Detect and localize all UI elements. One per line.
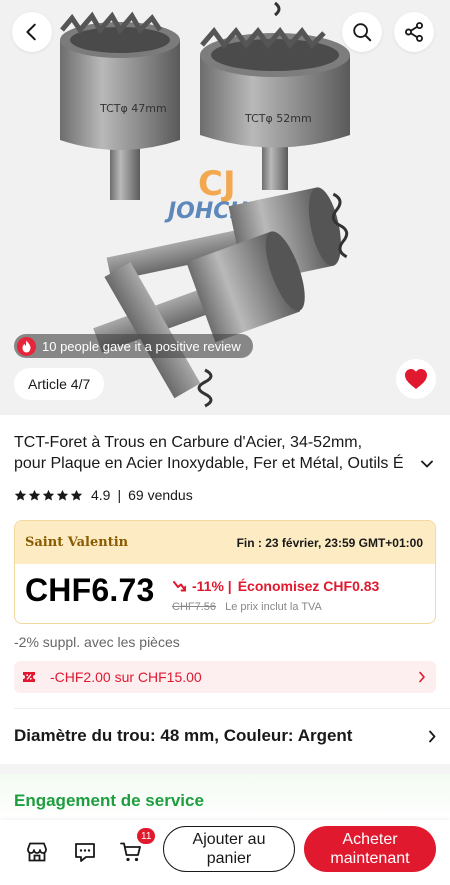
cart-count-badge: 11 [137, 828, 156, 844]
promo-header: Saint Valentin Fin : 23 février, 23:59 G… [15, 521, 435, 564]
expand-title-button[interactable] [418, 455, 436, 473]
sold-count: 69 vendus [128, 487, 193, 503]
chevron-down-icon [421, 460, 433, 468]
search-icon [353, 23, 372, 42]
savings-amount: Économisez CHF0.83 [237, 578, 380, 594]
chevron-right-icon [419, 671, 425, 683]
product-title: TCT-Foret à Trous en Carbure d'Acier, 34… [14, 432, 436, 474]
store-button[interactable] [24, 839, 50, 865]
rating-row[interactable]: 4.9 | 69 vendus [14, 486, 193, 504]
trend-down-icon [173, 580, 186, 591]
share-button[interactable] [394, 12, 434, 52]
review-badge-text: 10 people gave it a positive review [42, 338, 241, 354]
heart-icon [405, 369, 427, 389]
message-button[interactable] [72, 839, 98, 865]
engraving-left: TCTφ 47mm [99, 102, 167, 115]
selected-variant: Diamètre du trou: 48 mm, Couleur: Argent [14, 726, 353, 745]
chat-icon [75, 843, 95, 862]
cart-icon [120, 842, 141, 862]
vat-note: Le prix inclut la TVA [225, 601, 322, 613]
positive-review-badge: 10 people gave it a positive review [14, 334, 253, 358]
search-button[interactable] [342, 12, 382, 52]
star-icon [42, 489, 55, 501]
add-to-cart-button[interactable]: Ajouter au panier [163, 826, 295, 872]
buy-now-label: Acheter maintenant [330, 831, 410, 867]
product-title-line2: pour Plaque en Acier Inoxydable, Fer et … [14, 455, 404, 472]
star-icon [56, 489, 69, 501]
engraving-right: TCTφ 52mm [244, 112, 312, 125]
add-to-cart-label: Ajouter au panier [192, 831, 266, 867]
rating-stars [14, 489, 83, 502]
old-price: CHF7.56 [172, 601, 217, 613]
old-price-line: CHF7.56 Le prix inclut la TVA [172, 601, 322, 613]
service-commitment-title: Engagement de service [14, 791, 204, 810]
rating-separator: | [117, 487, 122, 503]
promo-name: Saint Valentin [25, 535, 129, 550]
service-commitment-section[interactable]: Engagement de service [0, 774, 450, 820]
star-icon [28, 489, 41, 501]
coupon-icon [23, 672, 35, 682]
promo-card: Saint Valentin Fin : 23 février, 23:59 G… [14, 520, 436, 624]
svg-text:CJ: CJ [198, 164, 236, 204]
star-icon [14, 489, 27, 501]
product-title-line1: TCT-Foret à Trous en Carbure d'Acier, 34… [14, 434, 363, 451]
rating-value: 4.9 [91, 487, 111, 503]
store-icon [27, 842, 47, 862]
wishlist-button[interactable] [396, 359, 436, 399]
product-image-gallery[interactable]: TCTφ 47mm TCTφ 52mm CJ JOHCH 10 people g… [0, 0, 450, 415]
coupon-row[interactable]: -CHF2.00 sur CHF15.00 [14, 661, 436, 693]
chevron-right-icon [429, 730, 436, 742]
share-icon [405, 22, 423, 42]
bottom-action-bar: 11 Ajouter au panier Acheter maintenant [0, 820, 450, 885]
variant-selector-row[interactable]: Diamètre du trou: 48 mm, Couleur: Argent [14, 722, 436, 750]
divider [14, 708, 450, 709]
buy-now-button[interactable]: Acheter maintenant [304, 826, 436, 872]
image-counter: Article 4/7 [14, 368, 105, 400]
section-separator [0, 764, 450, 774]
coupon-text: -CHF2.00 sur CHF15.00 [50, 669, 202, 685]
discount-line: -11% | Économisez CHF0.83 [173, 578, 379, 594]
price-block: CHF6.73 -11% | Économisez CHF0.83 CHF7.5… [15, 564, 435, 623]
chevron-left-icon [26, 23, 36, 41]
discount-percent: -11% | [192, 578, 232, 594]
current-price: CHF6.73 [25, 572, 155, 608]
star-icon [70, 489, 83, 501]
flame-icon [17, 336, 36, 356]
coins-discount-note: -2% suppl. avec les pièces [14, 634, 180, 650]
back-button[interactable] [12, 12, 52, 52]
promo-end-time: Fin : 23 février, 23:59 GMT+01:00 [236, 535, 423, 550]
